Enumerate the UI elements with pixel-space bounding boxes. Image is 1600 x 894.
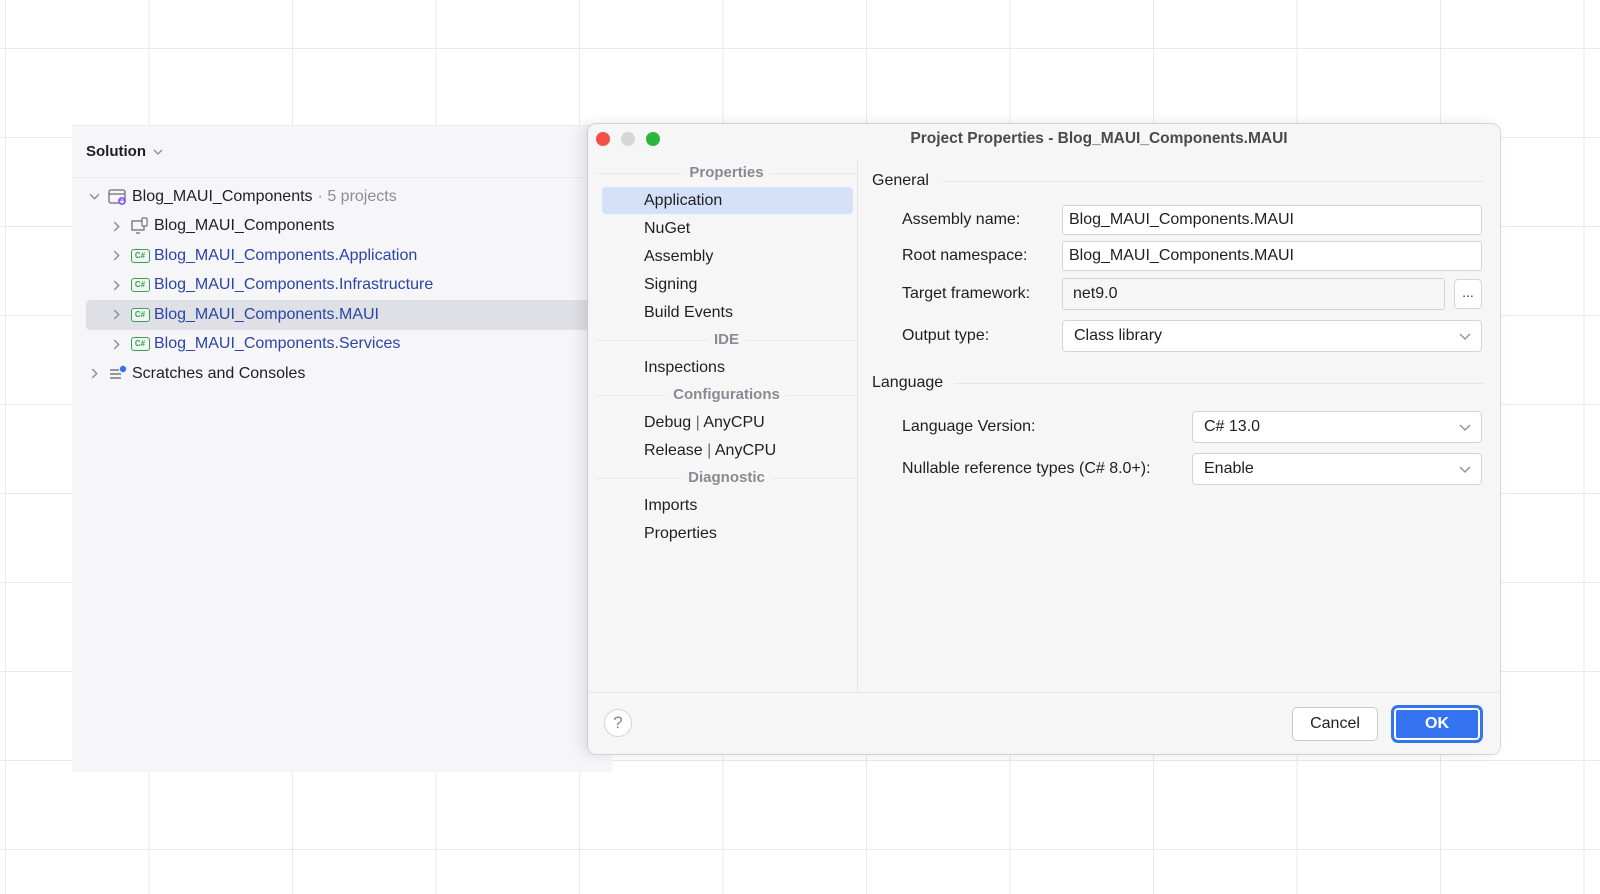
- nav-section-properties: Properties: [596, 160, 857, 186]
- cancel-button[interactable]: Cancel: [1292, 707, 1378, 741]
- browse-framework-button[interactable]: ...: [1454, 279, 1482, 309]
- nav-item-inspections[interactable]: Inspections: [602, 354, 853, 381]
- tree-item-project[interactable]: C# Blog_MAUI_Components.Services: [86, 330, 598, 360]
- assembly-name-label: Assembly name:: [902, 211, 1021, 228]
- solution-tree: Blog_MAUI_Components · 5 projects Blog_M…: [72, 178, 612, 389]
- tree-item-project[interactable]: C# Blog_MAUI_Components.Infrastructure: [86, 271, 598, 301]
- nav-section-diagnostic: Diagnostic: [596, 465, 857, 491]
- chevron-down-icon: [1459, 333, 1471, 340]
- language-version-label: Language Version:: [902, 418, 1036, 435]
- tree-item-project[interactable]: Blog_MAUI_Components: [86, 212, 598, 242]
- language-group-title: Language: [872, 370, 1484, 396]
- chevron-right-icon[interactable]: [108, 248, 124, 264]
- nav-item-imports[interactable]: Imports: [602, 492, 853, 519]
- target-framework-row: Target framework: net9.0 ...: [902, 274, 1484, 314]
- target-framework-field[interactable]: net9.0: [1062, 278, 1445, 310]
- tree-item-label: Blog_MAUI_Components: [132, 187, 313, 205]
- nullable-label: Nullable reference types (C# 8.0+):: [902, 460, 1151, 477]
- csharp-project-icon: C#: [130, 306, 150, 324]
- tree-item-scratches[interactable]: Scratches and Consoles: [86, 359, 598, 389]
- project-count: · 5 projects: [317, 187, 397, 205]
- project-properties-dialog: Project Properties - Blog_MAUI_Component…: [588, 124, 1500, 754]
- scratches-icon: [108, 365, 128, 383]
- nav-item-nuget[interactable]: NuGet: [602, 215, 853, 242]
- dialog-footer: ? Cancel OK: [588, 692, 1500, 754]
- tree-item-label: Blog_MAUI_Components.Application: [154, 246, 418, 264]
- nav-item-application[interactable]: Application: [602, 187, 853, 214]
- output-type-row: Output type: Class library: [902, 314, 1484, 358]
- nullable-select[interactable]: Enable: [1192, 453, 1482, 485]
- tree-item-label: Scratches and Consoles: [132, 364, 306, 382]
- language-version-select[interactable]: C# 13.0: [1192, 411, 1482, 443]
- target-framework-label: Target framework:: [902, 285, 1031, 302]
- csharp-project-icon: C#: [130, 276, 150, 294]
- root-namespace-label: Root namespace:: [902, 247, 1028, 264]
- nav-section-ide: IDE: [596, 327, 857, 353]
- tree-item-solution[interactable]: Blog_MAUI_Components · 5 projects: [86, 182, 598, 212]
- root-namespace-row: Root namespace:: [902, 238, 1484, 274]
- tree-item-label: Blog_MAUI_Components.Services: [154, 335, 401, 353]
- chevron-right-icon[interactable]: [86, 366, 102, 382]
- general-group-title: General: [872, 168, 1484, 194]
- nav-item-properties[interactable]: Properties: [602, 520, 853, 547]
- solution-header[interactable]: Solution: [72, 126, 612, 178]
- dialog-titlebar[interactable]: Project Properties - Blog_MAUI_Component…: [588, 124, 1500, 154]
- properties-nav: Properties Application NuGet Assembly Si…: [596, 160, 858, 692]
- solution-icon: [108, 188, 128, 206]
- tree-item-project-selected[interactable]: C# Blog_MAUI_Components.MAUI: [86, 300, 598, 330]
- tree-item-label: Blog_MAUI_Components: [154, 217, 335, 235]
- assembly-name-input[interactable]: [1062, 205, 1482, 235]
- chevron-right-icon[interactable]: [108, 218, 124, 234]
- application-settings: General Assembly name: Root namespace: T…: [872, 168, 1484, 490]
- chevron-down-icon[interactable]: [86, 189, 102, 205]
- tree-item-label: Blog_MAUI_Components.Infrastructure: [154, 276, 434, 294]
- device-project-icon: [130, 217, 150, 235]
- nav-item-debug-anycpu[interactable]: Debug | AnyCPU: [602, 409, 853, 436]
- chevron-down-icon: [1459, 424, 1471, 431]
- chevron-right-icon[interactable]: [108, 336, 124, 352]
- language-version-row: Language Version: C# 13.0: [902, 406, 1484, 448]
- nav-item-release-anycpu[interactable]: Release | AnyCPU: [602, 437, 853, 464]
- tree-item-label: Blog_MAUI_Components.MAUI: [154, 305, 379, 323]
- assembly-name-row: Assembly name:: [902, 202, 1484, 238]
- chevron-down-icon[interactable]: [153, 147, 163, 157]
- nav-section-configurations: Configurations: [596, 382, 857, 408]
- dialog-title: Project Properties - Blog_MAUI_Component…: [910, 130, 1288, 147]
- csharp-project-icon: C#: [130, 247, 150, 265]
- chevron-down-icon: [1459, 466, 1471, 473]
- solution-title: Solution: [86, 143, 146, 160]
- tree-item-project[interactable]: C# Blog_MAUI_Components.Application: [86, 241, 598, 271]
- solution-explorer: Solution Blog_MAUI_Components · 5 projec…: [72, 125, 612, 772]
- nav-item-build-events[interactable]: Build Events: [602, 299, 853, 326]
- ok-button[interactable]: OK: [1392, 706, 1482, 742]
- root-namespace-input[interactable]: [1062, 241, 1482, 271]
- chevron-right-icon[interactable]: [108, 307, 124, 323]
- output-type-label: Output type:: [902, 327, 990, 344]
- nav-item-signing[interactable]: Signing: [602, 271, 853, 298]
- output-type-select[interactable]: Class library: [1062, 320, 1482, 352]
- help-button[interactable]: ?: [604, 709, 632, 737]
- nav-item-assembly[interactable]: Assembly: [602, 243, 853, 270]
- csharp-project-icon: C#: [130, 335, 150, 353]
- nullable-row: Nullable reference types (C# 8.0+): Enab…: [902, 448, 1484, 490]
- chevron-right-icon[interactable]: [108, 277, 124, 293]
